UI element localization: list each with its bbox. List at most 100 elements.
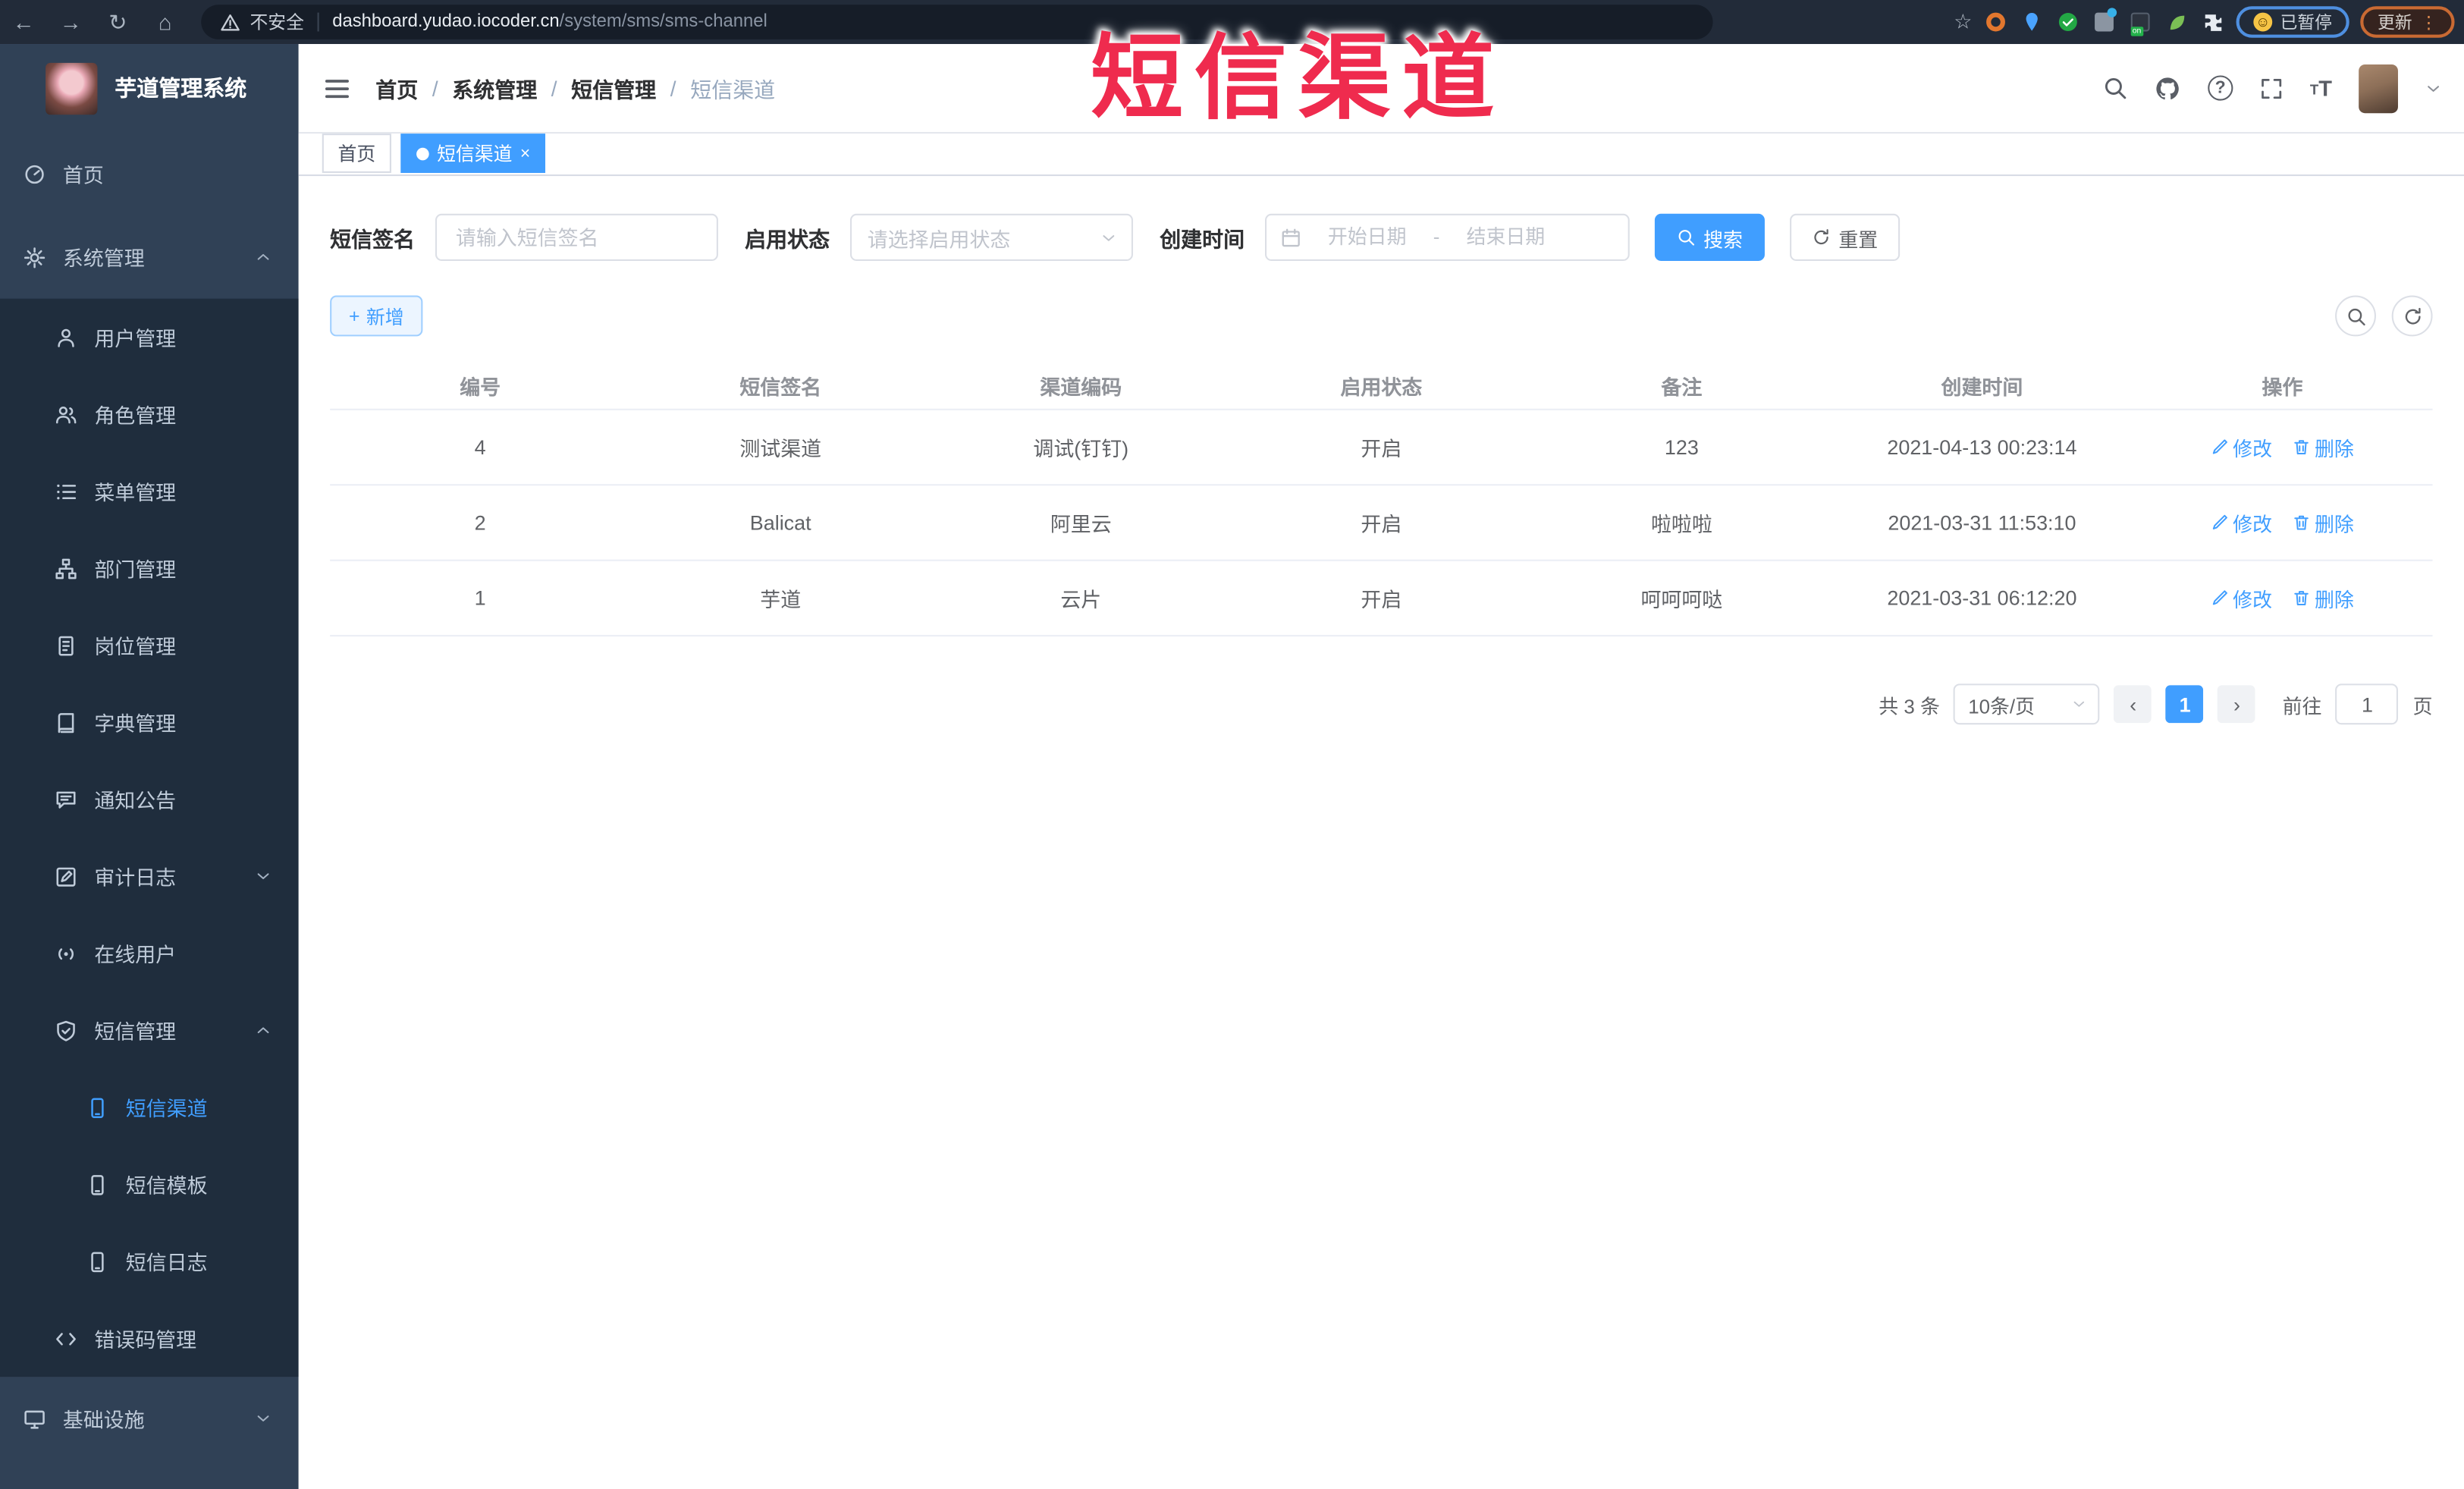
sidebar-item-home[interactable]: 首页 [0, 132, 299, 215]
tab-bar: 首页 短信渠道 × [298, 134, 2464, 177]
extension-check-icon[interactable] [2055, 9, 2080, 34]
delete-link[interactable]: 删除 [2293, 507, 2354, 537]
sidebar-item-sms-management[interactable]: 短信管理 [0, 991, 299, 1069]
app-header: 首页 / 系统管理 / 短信管理 / 短信渠道 ? TT [298, 44, 2464, 134]
monitor-icon [24, 1408, 46, 1430]
extension-orange-ring-icon[interactable] [1983, 9, 2008, 34]
page-content: 短信签名 启用状态 请选择启用状态 创建时间 - [299, 176, 2464, 1489]
sign-label: 短信签名 [330, 228, 416, 252]
edit-link[interactable]: 修改 [2211, 507, 2272, 537]
tab-home[interactable]: 首页 [322, 134, 391, 173]
security-label[interactable]: 不安全 [250, 9, 303, 34]
sidebar-item-sms-log[interactable]: 短信日志 [0, 1223, 299, 1300]
sidebar-item-label: 岗位管理 [94, 635, 177, 659]
browser-home-icon[interactable]: ⌂ [141, 0, 188, 44]
toggle-search-button[interactable] [2335, 295, 2376, 337]
close-icon[interactable]: × [520, 144, 530, 163]
prev-page-button[interactable]: ‹ [2114, 685, 2152, 724]
extension-leaf-icon[interactable] [2164, 9, 2189, 34]
shield-icon [55, 1019, 77, 1041]
help-icon[interactable]: ? [2208, 75, 2233, 101]
sidebar-item-dept-management[interactable]: 部门管理 [0, 529, 299, 607]
sidebar-item-system-management[interactable]: 系统管理 [0, 215, 299, 299]
add-button[interactable]: + 新增 [330, 295, 423, 337]
edit-link[interactable]: 修改 [2211, 432, 2272, 462]
hamburger-icon[interactable] [324, 74, 350, 101]
delete-link[interactable]: 删除 [2293, 583, 2354, 613]
sidebar-item-infrastructure[interactable]: 基础设施 [0, 1377, 299, 1460]
browser-forward-icon[interactable]: → [47, 0, 94, 44]
extensions-puzzle-icon[interactable] [2200, 9, 2225, 34]
sidebar-item-sms-channel[interactable]: 短信渠道 [0, 1069, 299, 1146]
chevron-down-icon[interactable] [2425, 80, 2442, 97]
active-tab-dot [416, 146, 429, 160]
breadcrumb-sms[interactable]: 短信管理 [571, 72, 656, 103]
browser-extensions-area: ☆ on ☺ 已暂停 更新 ⋮ [1954, 0, 2455, 44]
calendar-icon [1281, 227, 1301, 247]
sidebar: 芋道管理系统 首页 系统管理 用户管理 角色管理 菜单管理 部门管理 岗位管理 … [0, 44, 299, 1489]
date-end-input[interactable] [1449, 226, 1562, 249]
sidebar-item-label: 基础设施 [62, 1408, 145, 1432]
search-button[interactable]: 搜索 [1654, 213, 1765, 261]
page-1-button[interactable]: 1 [2166, 685, 2205, 724]
reset-button[interactable]: 重置 [1790, 213, 1901, 261]
address-bar[interactable]: 不安全 dashboard.yudao.iocoder.cn/system/sm… [201, 5, 1713, 39]
avatar[interactable] [2359, 63, 2398, 113]
date-label: 创建时间 [1160, 228, 1245, 252]
table-row: 1 芋道 云片 开启 呵呵呵哒 2021-03-31 06:12:20 修改 删… [330, 561, 2433, 637]
goto-page-input[interactable] [2336, 683, 2399, 725]
cell-status: 开启 [1361, 587, 1402, 612]
sidebar-item-label: 菜单管理 [94, 481, 177, 505]
url-host[interactable]: dashboard.yudao.iocoder.cn [332, 13, 559, 32]
sidebar-item-sms-template[interactable]: 短信模板 [0, 1146, 299, 1224]
chevron-down-icon [1100, 228, 1117, 246]
breadcrumb-home[interactable]: 首页 [375, 72, 418, 103]
sidebar-item-error-code[interactable]: 错误码管理 [0, 1300, 299, 1377]
cell-remark: 呵呵呵哒 [1640, 587, 1723, 612]
url-path[interactable]: /system/sms/sms-channel [560, 13, 767, 32]
refresh-button[interactable] [2391, 295, 2433, 337]
font-size-icon[interactable]: TT [2310, 77, 2332, 99]
date-start-input[interactable] [1310, 226, 1424, 249]
breadcrumb-system[interactable]: 系统管理 [452, 72, 537, 103]
status-select[interactable]: 请选择启用状态 [849, 213, 1133, 261]
sidebar-menu: 首页 系统管理 用户管理 角色管理 菜单管理 部门管理 岗位管理 字典管理 通知… [0, 132, 299, 1489]
github-icon[interactable] [2155, 74, 2181, 101]
sidebar-item-dict-management[interactable]: 字典管理 [0, 683, 299, 761]
browser-menu-icon[interactable]: ⋮ [2420, 12, 2437, 33]
next-page-button[interactable]: › [2218, 685, 2256, 724]
sidebar-item-online-users[interactable]: 在线用户 [0, 915, 299, 992]
extension-pin-icon[interactable] [2020, 9, 2045, 34]
chat-bubble-icon [55, 788, 77, 810]
book-icon [55, 712, 77, 734]
browser-back-icon[interactable]: ← [0, 0, 47, 44]
sidebar-submenu-system: 用户管理 角色管理 菜单管理 部门管理 岗位管理 字典管理 通知公告 审计日志 … [0, 298, 299, 1377]
extension-onebox-icon[interactable]: on [2128, 9, 2153, 36]
sidebar-logo[interactable]: 芋道管理系统 [0, 44, 299, 132]
sign-input[interactable] [435, 213, 718, 261]
bookmark-star-icon[interactable]: ☆ [1954, 9, 1972, 34]
sidebar-item-label: 角色管理 [94, 404, 177, 428]
page-size-select[interactable]: 10条/页 [1954, 683, 2101, 725]
tab-sms-channel[interactable]: 短信渠道 × [400, 134, 546, 173]
sidebar-item-role-management[interactable]: 角色管理 [0, 375, 299, 453]
cell-sign: Balicat [749, 510, 811, 535]
paused-extension-badge[interactable]: ☺ 已暂停 [2236, 6, 2349, 38]
sidebar-item-notice[interactable]: 通知公告 [0, 761, 299, 838]
main-area: 首页 / 系统管理 / 短信管理 / 短信渠道 ? TT 首页 短信渠道 × 短… [298, 44, 2464, 1489]
search-button-label: 搜索 [1703, 228, 1743, 251]
delete-link[interactable]: 删除 [2293, 432, 2354, 462]
pagination-total: 共 3 条 [1879, 695, 1940, 718]
tab-label: 短信渠道 [437, 143, 513, 165]
sidebar-item-post-management[interactable]: 岗位管理 [0, 607, 299, 684]
sidebar-item-menu-management[interactable]: 菜单管理 [0, 453, 299, 530]
browser-update-button[interactable]: 更新 ⋮ [2360, 6, 2455, 38]
sidebar-item-audit-log[interactable]: 审计日志 [0, 837, 299, 915]
search-icon[interactable] [2102, 75, 2127, 100]
browser-reload-icon[interactable]: ↻ [94, 0, 141, 44]
date-range-picker[interactable]: - [1265, 213, 1630, 261]
fullscreen-icon[interactable] [2260, 76, 2284, 99]
extension-gray-icon[interactable] [2092, 8, 2117, 34]
sidebar-item-user-management[interactable]: 用户管理 [0, 299, 299, 376]
edit-link[interactable]: 修改 [2211, 583, 2272, 613]
